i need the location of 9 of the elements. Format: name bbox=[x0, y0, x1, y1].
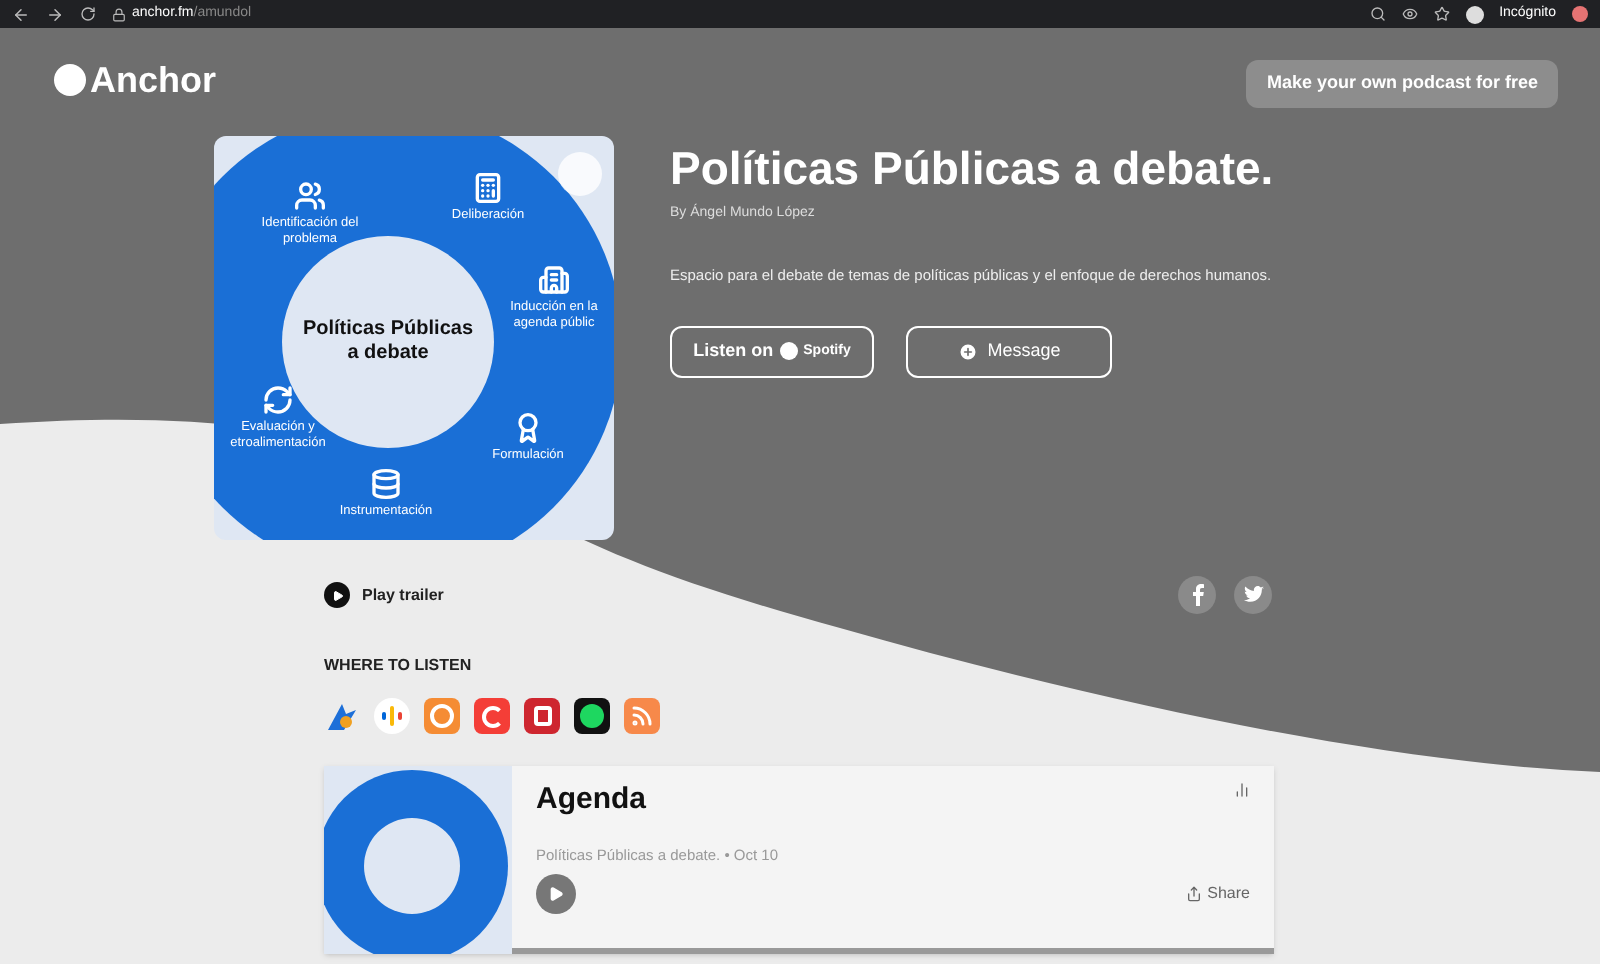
share-button[interactable]: Share bbox=[1185, 881, 1250, 906]
anchor-logo[interactable]: Anchor bbox=[90, 60, 216, 100]
where-to-listen-heading: WHERE TO LISTEN bbox=[322, 654, 474, 678]
podcast-title: Políticas Públicas a debate. bbox=[670, 140, 1274, 196]
play-trailer-button[interactable]: Play trailer bbox=[324, 582, 444, 608]
create-podcast-button[interactable]: Make your own podcast for free bbox=[1246, 60, 1558, 108]
episode-title: Agenda bbox=[536, 780, 647, 820]
cover-title: Políticas Públicas a debate bbox=[300, 317, 476, 367]
message-button[interactable]: Message bbox=[906, 325, 1112, 378]
